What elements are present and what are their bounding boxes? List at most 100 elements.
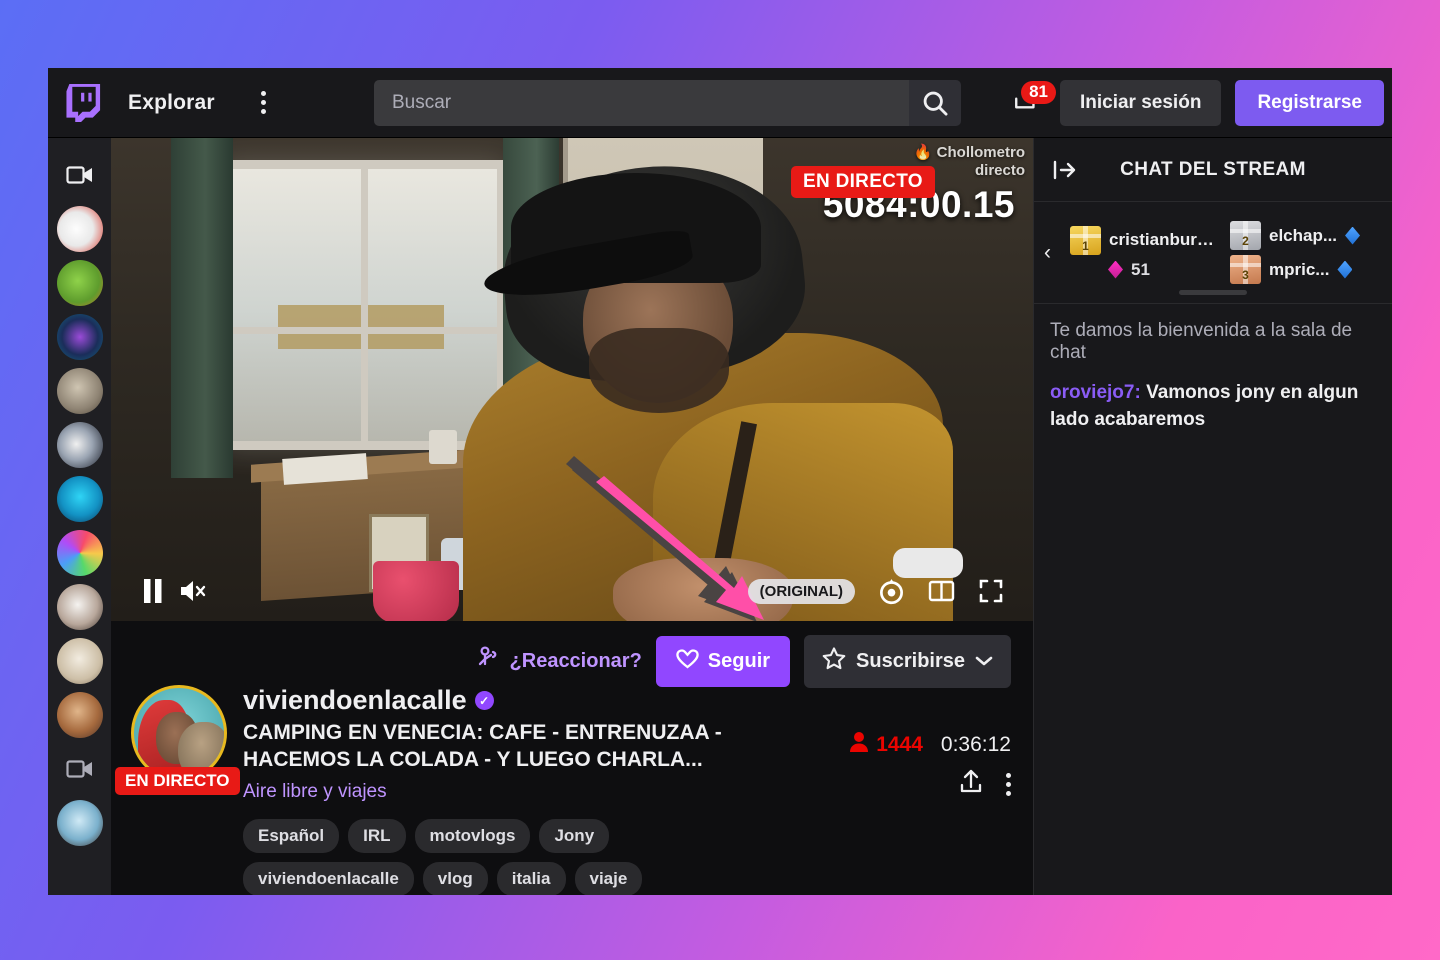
flame-icon: 🔥 [913, 144, 933, 161]
player-controls: (ORIGINAL) [111, 561, 1033, 621]
twitch-app-window: Explorar 81 Iniciar sesión Registrarse [48, 68, 1392, 895]
chat-message-separator: : [1134, 382, 1147, 403]
kebab-dot [261, 91, 267, 96]
tag-item[interactable]: vlog [422, 861, 488, 895]
chat-messages: Te damos la bienvenida a la sala de chat… [1034, 304, 1392, 450]
verified-check-icon: ✓ [474, 691, 494, 710]
tag-item[interactable]: viviendoenlacalle [243, 861, 414, 895]
leaderboard-scroll-indicator[interactable] [1179, 290, 1247, 295]
search-input[interactable] [374, 80, 909, 126]
live-badge: EN DIRECTO [791, 166, 935, 198]
chevron-left-icon[interactable]: ‹ [1044, 241, 1064, 265]
stream-meta: 1444 0:36:12 [849, 731, 1011, 800]
tag-item[interactable]: Español [243, 818, 340, 853]
navbar-right-actions: 81 Iniciar sesión Registrarse [1008, 68, 1384, 138]
sidebar-item-channel-8[interactable] [56, 584, 103, 630]
subscribe-button[interactable]: Suscribirse [804, 635, 1011, 688]
volume-muted-icon[interactable] [173, 571, 213, 611]
sidebar-item-channel-11[interactable] [56, 800, 103, 846]
collapse-chat-icon[interactable] [1050, 155, 1080, 185]
sidebar-item-channel-1[interactable] [56, 206, 103, 252]
kebab-dot [261, 109, 267, 114]
kebab-dot [1006, 772, 1011, 778]
leaderboard-entry[interactable]: 2 elchap... [1230, 221, 1382, 250]
tag-item[interactable]: viaje [574, 861, 643, 895]
more-vertical-icon[interactable] [1006, 772, 1011, 796]
prime-loot-button[interactable]: 81 [1008, 81, 1056, 123]
chevron-down-icon [975, 650, 993, 673]
react-button-label: ¿Reaccionar? [509, 650, 642, 672]
channel-name-row: viviendoenlacalle ✓ [243, 685, 1013, 716]
signup-button[interactable]: Registrarse [1235, 80, 1384, 126]
player-controls-right: (ORIGINAL) [747, 571, 1011, 611]
tag-item[interactable]: motovlogs [414, 818, 531, 853]
leaderboard-value-row: 51 [1070, 260, 1222, 280]
sidebar-item-channel-9[interactable] [56, 638, 103, 684]
sidebar-item-channel-4[interactable] [56, 368, 103, 414]
search-button[interactable] [909, 80, 961, 126]
theater-mode-icon[interactable] [921, 571, 961, 611]
login-button[interactable]: Iniciar sesión [1059, 80, 1222, 126]
heart-icon [676, 648, 699, 675]
top-navbar: Explorar 81 Iniciar sesión Registrarse [48, 68, 1392, 138]
sidebar-item-channel-10[interactable] [56, 692, 103, 738]
scene-window-mullion [360, 169, 368, 441]
viewer-count: 1444 [876, 732, 923, 756]
tag-item[interactable]: Jony [539, 818, 610, 853]
leaderboard-column-secondary: 2 elchap... 3 mpric... [1230, 221, 1382, 284]
leaderboard-value: 51 [1131, 259, 1150, 279]
kebab-dot [1006, 790, 1011, 796]
react-button[interactable]: ¿Reaccionar? [477, 645, 642, 678]
nav-explore-link[interactable]: Explorar [128, 91, 215, 115]
gift-box-icon: 3 [1230, 255, 1261, 284]
channel-live-badge: EN DIRECTO [115, 767, 240, 795]
stream-tags: Español IRL motovlogs Jony viviendoenlac… [243, 818, 763, 895]
search-bar [374, 80, 961, 126]
quality-indicator[interactable]: (ORIGINAL) [747, 578, 855, 604]
follow-button[interactable]: Seguir [655, 636, 791, 687]
sidebar-item-channel-5[interactable] [56, 422, 103, 468]
star-icon [822, 647, 846, 676]
channel-name[interactable]: viviendoenlacalle [243, 685, 467, 716]
video-camera-icon[interactable] [57, 746, 103, 792]
watermark-brand: Chollometro [936, 144, 1025, 161]
bits-icon-blue [1345, 226, 1361, 245]
stream-meta-actions [849, 768, 1011, 800]
video-camera-icon[interactable] [57, 152, 103, 198]
twitch-logo-icon[interactable] [62, 81, 106, 125]
leaderboard-entry[interactable]: 1 cristianburgos... [1070, 225, 1222, 255]
sidebar-item-channel-3[interactable] [56, 314, 103, 360]
tag-item[interactable]: italia [496, 861, 566, 895]
sidebar-item-channel-7[interactable] [56, 530, 103, 576]
leaderboard-entry[interactable]: 3 mpric... [1230, 255, 1382, 284]
chat-message: oroviejo7: Vamonos jony en algun lado ac… [1050, 380, 1376, 434]
leaderboard-rank: 1 [1082, 238, 1089, 253]
leaderboard-username: cristianburgos... [1109, 230, 1222, 249]
video-player[interactable]: 🔥 Chollometro directo 5084:00.15 EN DIRE… [111, 138, 1033, 621]
chat-message-username[interactable]: oroviejo7 [1050, 382, 1134, 403]
more-vertical-icon[interactable] [251, 88, 277, 118]
leaderboard-rank: 2 [1242, 234, 1249, 248]
viewer-stats: 1444 0:36:12 [849, 731, 1011, 758]
stream-uptime: 0:36:12 [940, 732, 1011, 756]
follow-button-label: Seguir [707, 650, 771, 672]
prime-notification-badge: 81 [1021, 81, 1056, 105]
scene-beard [589, 328, 729, 413]
gear-icon[interactable] [871, 571, 911, 611]
channel-avatar-wrapper: EN DIRECTO [115, 685, 240, 895]
reaction-person-icon [477, 645, 501, 678]
chat-welcome-message: Te damos la bienvenida a la sala de chat [1050, 320, 1353, 363]
share-upload-icon[interactable] [958, 768, 984, 800]
scene-window [221, 160, 506, 450]
kebab-dot [1006, 781, 1011, 787]
fullscreen-icon[interactable] [971, 571, 1011, 611]
stream-title: CAMPING EN VENECIA: CAFE - ENTRENUZAA - … [243, 721, 722, 771]
kebab-dot [261, 100, 267, 105]
channel-action-row: ¿Reaccionar? Seguir Suscribirse [477, 635, 1011, 688]
tag-item[interactable]: IRL [348, 818, 406, 853]
sidebar-item-channel-6[interactable] [56, 476, 103, 522]
pause-icon[interactable] [133, 571, 173, 611]
gift-box-icon: 2 [1230, 221, 1261, 250]
bits-icon-pink [1108, 260, 1123, 279]
sidebar-item-channel-2[interactable] [56, 260, 103, 306]
